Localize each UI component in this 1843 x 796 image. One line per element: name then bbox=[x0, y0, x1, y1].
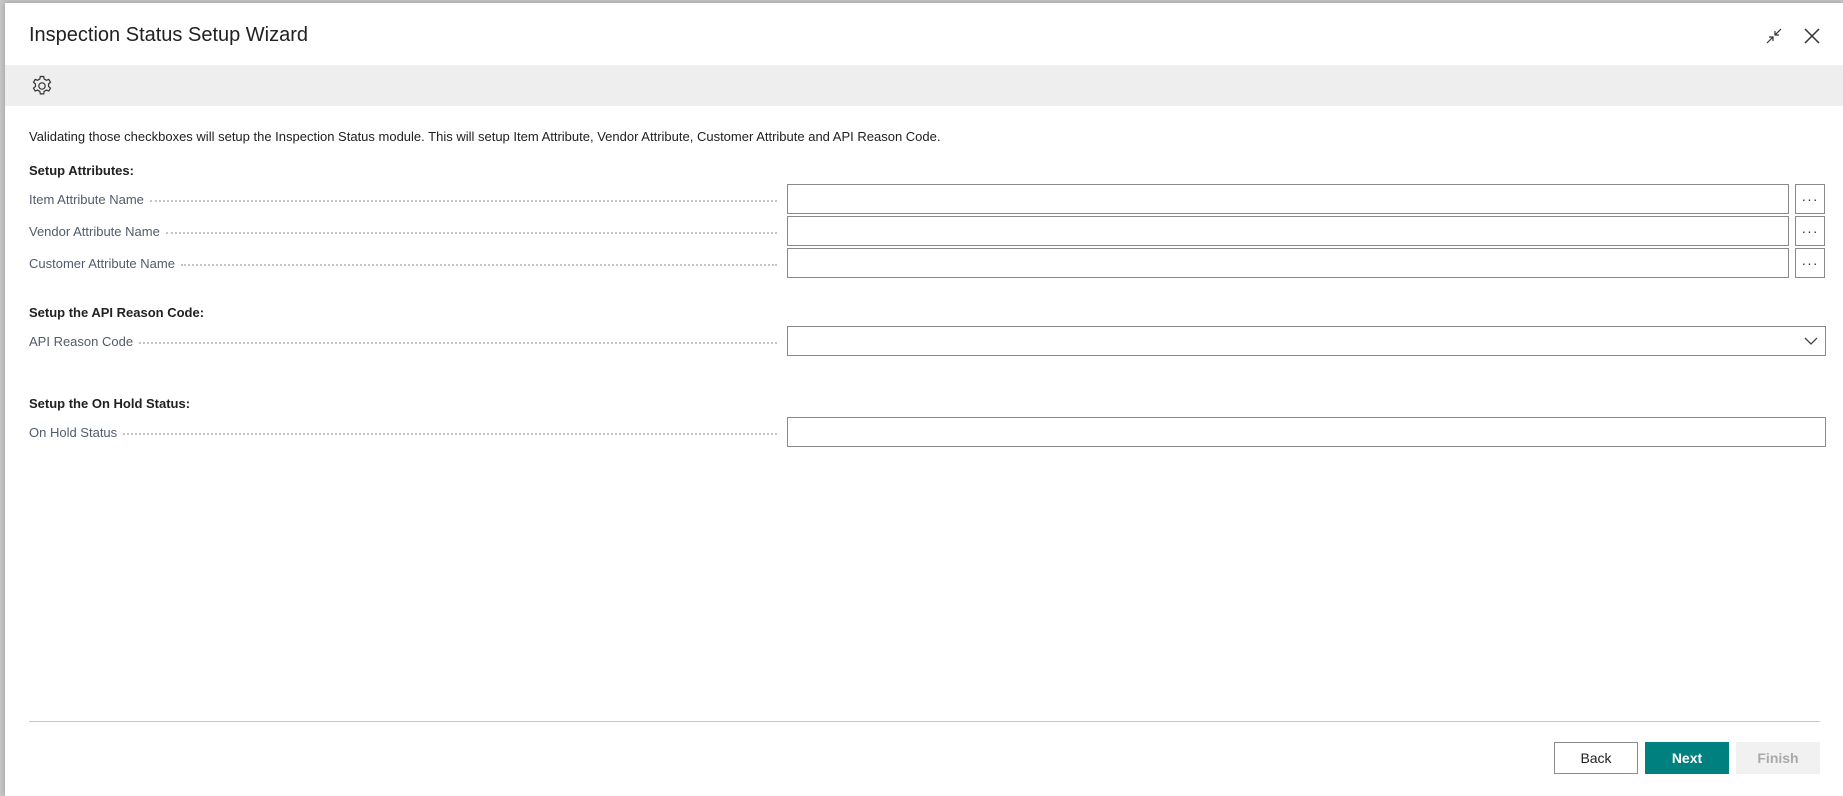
field-label: On Hold Status bbox=[29, 417, 781, 447]
field-row-vendor-attribute: Vendor Attribute Name ··· bbox=[29, 216, 1825, 246]
group-title-api-reason-code: Setup the API Reason Code: bbox=[29, 305, 205, 320]
dialog-header: Inspection Status Setup Wizard bbox=[5, 3, 1843, 65]
back-button[interactable]: Back bbox=[1554, 742, 1638, 774]
setup-wizard-dialog: Inspection Status Setup Wizard Validatin… bbox=[5, 3, 1843, 796]
finish-button[interactable]: Finish bbox=[1736, 742, 1820, 774]
customer-attribute-lookup-button[interactable]: ··· bbox=[1795, 248, 1825, 278]
on-hold-status-field-box bbox=[787, 417, 1826, 447]
vendor-attribute-lookup-button[interactable]: ··· bbox=[1795, 216, 1825, 246]
leader-dots bbox=[180, 263, 777, 266]
field-row-on-hold-status: On Hold Status bbox=[29, 417, 1826, 447]
gear-icon[interactable] bbox=[29, 73, 55, 99]
wizard-footer: Back Next Finish bbox=[1554, 742, 1820, 774]
collapse-arrows-icon[interactable] bbox=[1761, 23, 1787, 49]
footer-divider bbox=[29, 721, 1820, 722]
leader-dots bbox=[139, 341, 777, 344]
api-reason-code-label: API Reason Code bbox=[29, 333, 134, 349]
leader-dots bbox=[149, 199, 777, 202]
close-icon[interactable] bbox=[1799, 23, 1825, 49]
intro-text: Validating those checkboxes will setup t… bbox=[29, 129, 941, 144]
group-title-attributes: Setup Attributes: bbox=[29, 163, 134, 178]
vendor-attribute-field-box bbox=[787, 216, 1789, 246]
field-row-item-attribute: Item Attribute Name ··· bbox=[29, 184, 1825, 214]
window-actions bbox=[1761, 23, 1825, 49]
item-attribute-input[interactable] bbox=[788, 185, 1788, 213]
on-hold-status-label: On Hold Status bbox=[29, 424, 118, 440]
group-title-on-hold-status: Setup the On Hold Status: bbox=[29, 396, 191, 411]
item-attribute-lookup-button[interactable]: ··· bbox=[1795, 184, 1825, 214]
leader-dots bbox=[123, 432, 777, 435]
field-label: API Reason Code bbox=[29, 326, 781, 356]
field-label: Item Attribute Name bbox=[29, 184, 781, 214]
leader-dots bbox=[165, 231, 777, 234]
vendor-attribute-label: Vendor Attribute Name bbox=[29, 223, 160, 239]
field-label: Vendor Attribute Name bbox=[29, 216, 781, 246]
action-bar bbox=[5, 65, 1843, 106]
field-row-api-reason-code: API Reason Code bbox=[29, 326, 1826, 356]
on-hold-status-input[interactable] bbox=[788, 418, 1825, 446]
next-button[interactable]: Next bbox=[1645, 742, 1729, 774]
field-label: Customer Attribute Name bbox=[29, 248, 781, 278]
customer-attribute-field-box bbox=[787, 248, 1789, 278]
field-row-customer-attribute: Customer Attribute Name ··· bbox=[29, 248, 1825, 278]
api-reason-code-dropdown[interactable] bbox=[787, 326, 1826, 356]
customer-attribute-input[interactable] bbox=[788, 249, 1788, 277]
item-attribute-field-box bbox=[787, 184, 1789, 214]
api-reason-code-input[interactable] bbox=[788, 327, 1825, 355]
vendor-attribute-input[interactable] bbox=[788, 217, 1788, 245]
customer-attribute-label: Customer Attribute Name bbox=[29, 255, 175, 271]
dialog-title: Inspection Status Setup Wizard bbox=[29, 24, 309, 46]
item-attribute-label: Item Attribute Name bbox=[29, 191, 144, 207]
